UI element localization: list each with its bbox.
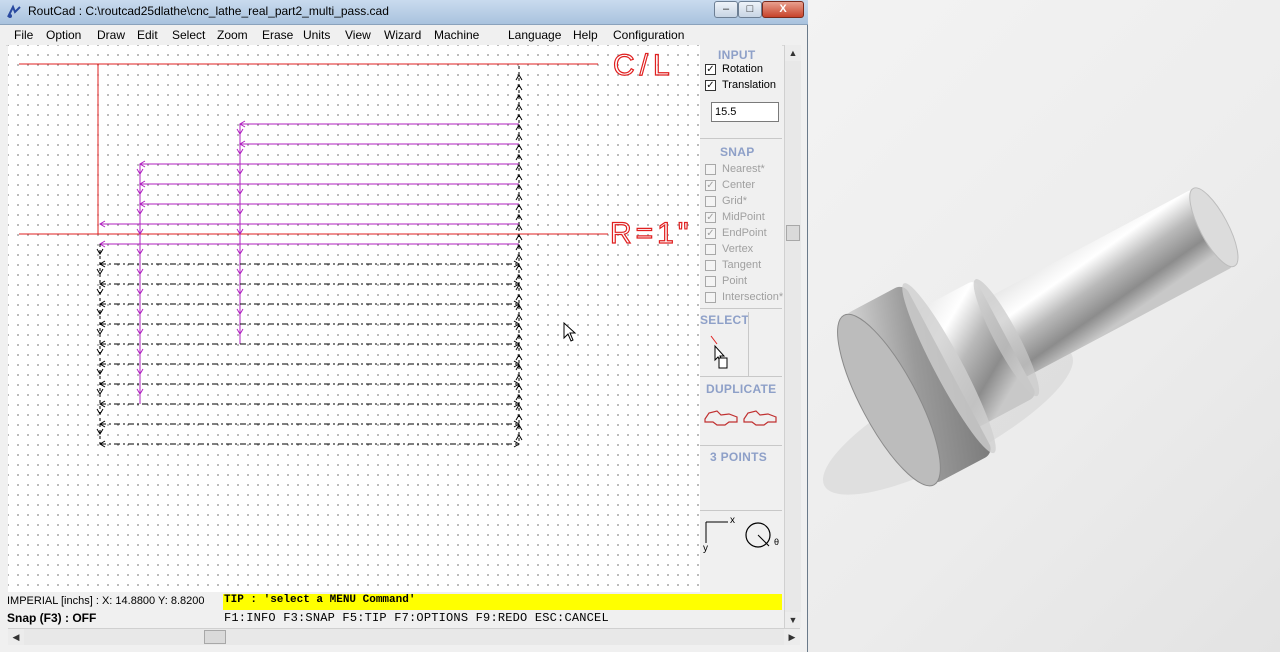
- rapid-arrow: [515, 84, 523, 91]
- panel-divider: [700, 376, 782, 377]
- rapid-arrow: [515, 234, 523, 241]
- rapid-arrow: [515, 294, 523, 301]
- close-button[interactable]: X: [762, 1, 804, 18]
- face-arrow: [96, 408, 104, 415]
- snap-vertex-label: Vertex: [722, 243, 754, 255]
- rapid-arrow: [515, 174, 523, 181]
- scroll-right-icon[interactable]: ▶: [784, 629, 800, 645]
- menu-bar: File Option Draw Edit Select Zoom Erase …: [6, 25, 800, 46]
- panel-divider: [700, 445, 782, 446]
- lathe-part-photo: [808, 0, 1280, 652]
- translation-label: Translation: [722, 79, 777, 91]
- mouse-cursor-icon: [563, 322, 577, 342]
- snap-endpoint-checkbox[interactable]: ✓: [705, 228, 716, 239]
- snap-center-label: Center: [722, 179, 756, 191]
- select-title: SELECT: [700, 313, 750, 327]
- duplicate-shape-icon[interactable]: [703, 407, 741, 427]
- horizontal-scroll-thumb[interactable]: [204, 630, 226, 644]
- snap-point-label: Point: [722, 275, 748, 287]
- panel-divider: [700, 308, 782, 309]
- face-arrow: [96, 288, 104, 295]
- menu-zoom[interactable]: Zoom: [217, 28, 248, 42]
- x-axis-label: x: [730, 515, 735, 526]
- snap-grid-checkbox[interactable]: [705, 196, 716, 207]
- menu-file[interactable]: File: [14, 28, 33, 42]
- snap-midpoint-label: MidPoint: [722, 211, 765, 223]
- menu-wizard[interactable]: Wizard: [384, 28, 421, 42]
- menu-help[interactable]: Help: [573, 28, 598, 42]
- toolpaths: [96, 66, 523, 448]
- menu-units[interactable]: Units: [303, 28, 330, 42]
- snap-nearest-checkbox[interactable]: [705, 164, 716, 175]
- rotation-label: Rotation: [722, 63, 763, 75]
- routcad-app-icon: [7, 4, 21, 18]
- minimize-button[interactable]: –: [714, 1, 738, 18]
- translation-checkbox[interactable]: ✓: [705, 80, 716, 91]
- panel-divider: [700, 510, 782, 511]
- scroll-down-icon[interactable]: ▼: [785, 612, 801, 628]
- turned-part-image: [822, 187, 1239, 495]
- rapid-arrow: [515, 354, 523, 361]
- menu-erase[interactable]: Erase: [262, 28, 293, 42]
- snap-status: Snap (F3) : OFF: [7, 611, 97, 625]
- maximize-button[interactable]: □: [738, 1, 762, 18]
- theta-label: θ: [774, 537, 780, 547]
- duplicate-copy-icon[interactable]: [742, 407, 780, 427]
- snap-intersection-label: Intersection*: [722, 291, 784, 303]
- snap-endpoint-label: EndPoint: [722, 227, 767, 239]
- menu-edit[interactable]: Edit: [137, 28, 158, 42]
- rotation-checkbox[interactable]: ✓: [705, 64, 716, 75]
- rapid-arrow: [515, 204, 523, 211]
- face-arrow: [96, 348, 104, 355]
- snap-title: SNAP: [720, 145, 755, 159]
- snap-vertex-checkbox[interactable]: [705, 244, 716, 255]
- vertical-scroll-thumb[interactable]: [786, 225, 800, 241]
- rapid-arrow: [515, 114, 523, 121]
- menu-view[interactable]: View: [345, 28, 371, 42]
- window-title: RoutCad : C:\routcad25dlathe\cnc_lathe_r…: [28, 4, 389, 18]
- horizontal-scrollbar[interactable]: ◀ ▶: [8, 628, 800, 645]
- snap-point-checkbox[interactable]: [705, 276, 716, 287]
- menu-draw[interactable]: Draw: [97, 28, 125, 42]
- routcad-window: RoutCad : C:\routcad25dlathe\cnc_lathe_r…: [0, 0, 808, 652]
- cad-drawing: C/L R=1": [19, 48, 693, 448]
- snap-nearest-label: Nearest*: [722, 163, 765, 175]
- menu-option[interactable]: Option: [46, 28, 81, 42]
- rapid-arrow: [515, 414, 523, 421]
- snap-midpoint-checkbox[interactable]: ✓: [705, 212, 716, 223]
- menu-language[interactable]: Language: [508, 28, 561, 42]
- scroll-left-icon[interactable]: ◀: [8, 629, 24, 645]
- function-key-hints: F1:INFO F3:SNAP F5:TIP F7:OPTIONS F9:RED…: [224, 611, 609, 625]
- scroll-up-icon[interactable]: ▲: [785, 45, 801, 61]
- snap-tangent-label: Tangent: [722, 259, 762, 271]
- panel-divider: [748, 312, 749, 376]
- rotation-angle-icon: [745, 522, 771, 548]
- value-input[interactable]: [711, 102, 779, 122]
- y-axis-label: y: [703, 543, 708, 554]
- menu-machine[interactable]: Machine: [434, 28, 479, 42]
- snap-center-checkbox[interactable]: ✓: [705, 180, 716, 191]
- centerline-label: C/L: [613, 49, 675, 82]
- duplicate-title: DUPLICATE: [706, 382, 777, 396]
- vertical-scrollbar[interactable]: ▲ ▼: [784, 45, 801, 628]
- rapid-arrow: [515, 144, 523, 151]
- menu-configuration[interactable]: Configuration: [613, 28, 684, 42]
- coordinate-readout: IMPERIAL [inchs] : X: 14.8800 Y: 8.8200: [7, 595, 205, 607]
- tip-text: TIP : 'select a MENU Command': [224, 594, 416, 606]
- select-tool-icon[interactable]: [709, 334, 731, 372]
- snap-intersection-checkbox[interactable]: [705, 292, 716, 303]
- input-title: INPUT: [718, 48, 756, 62]
- three-points-title: 3 POINTS: [710, 450, 768, 464]
- snap-tangent-checkbox[interactable]: [705, 260, 716, 271]
- radius-label: R=1": [610, 217, 693, 250]
- title-bar[interactable]: RoutCad : C:\routcad25dlathe\cnc_lathe_r…: [0, 0, 808, 25]
- panel-divider: [700, 138, 782, 139]
- drawing-canvas[interactable]: C/L R=1": [8, 45, 700, 592]
- snap-grid-label: Grid*: [722, 195, 748, 207]
- menu-select[interactable]: Select: [172, 28, 205, 42]
